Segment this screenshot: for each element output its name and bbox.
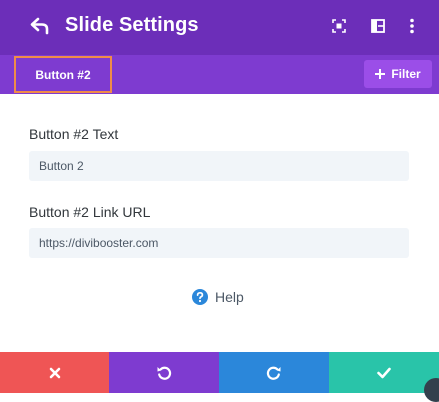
- question-circle-icon: [192, 289, 208, 305]
- button-text-input[interactable]: [29, 151, 409, 181]
- layout-toggle-button[interactable]: [368, 16, 388, 36]
- button-url-input[interactable]: [29, 228, 409, 258]
- redo-icon: [266, 366, 281, 380]
- back-button[interactable]: [28, 14, 52, 38]
- discard-button[interactable]: [0, 352, 109, 393]
- help-label: Help: [215, 289, 244, 305]
- expand-icon: [332, 19, 346, 33]
- plus-icon: [375, 69, 386, 79]
- undo-icon: [157, 366, 172, 380]
- resize-handle[interactable]: [424, 378, 439, 402]
- expand-button[interactable]: [329, 16, 349, 36]
- sidebar-layout-icon: [371, 19, 385, 33]
- button-text-label: Button #2 Text: [29, 126, 119, 142]
- undo-button[interactable]: [109, 352, 219, 393]
- back-arrow-icon: [30, 17, 49, 35]
- redo-button[interactable]: [219, 352, 329, 393]
- button-url-label: Button #2 Link URL: [29, 204, 151, 220]
- more-options-button[interactable]: [402, 16, 422, 36]
- tab-bar: Button #2 Filter: [0, 55, 439, 94]
- tab-label: Button #2: [35, 67, 91, 82]
- help-link[interactable]: Help: [192, 289, 244, 305]
- modal-header: Slide Settings: [0, 0, 439, 55]
- modal-footer: [0, 352, 439, 393]
- tab-button-2[interactable]: Button #2: [14, 56, 112, 93]
- filter-label: Filter: [391, 67, 421, 81]
- close-icon: [49, 367, 60, 378]
- page-title: Slide Settings: [65, 14, 199, 36]
- more-vertical-icon: [410, 18, 414, 34]
- filter-button[interactable]: Filter: [364, 60, 432, 88]
- save-button[interactable]: [329, 352, 439, 393]
- check-icon: [377, 367, 391, 378]
